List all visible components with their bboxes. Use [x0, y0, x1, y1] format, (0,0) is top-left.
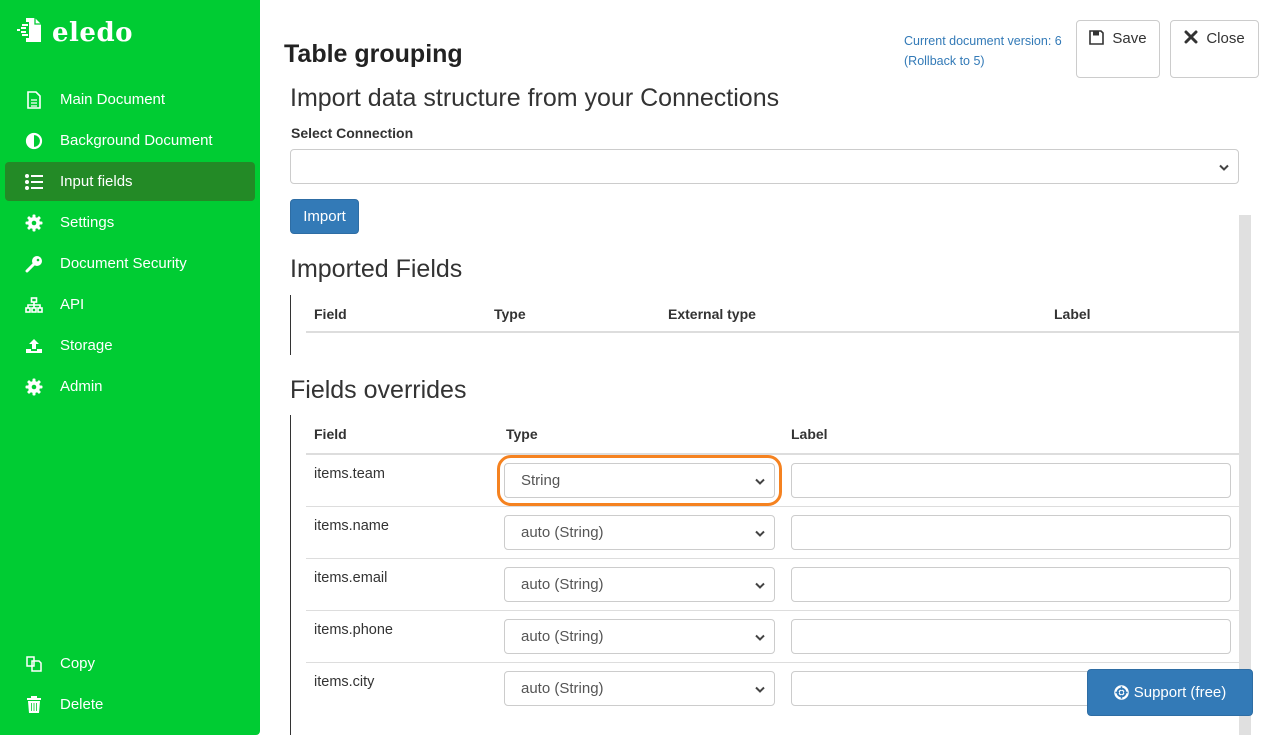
imported-fields-border [290, 295, 291, 355]
life-ring-icon [1113, 685, 1129, 700]
row-divider [306, 506, 1239, 507]
column-header-external-type: External type [668, 306, 756, 322]
column-header-field: Field [314, 306, 347, 322]
sidebar-item-label: Copy [60, 655, 96, 672]
field-name: items.team [314, 466, 385, 482]
logo-text: eledo [52, 17, 133, 48]
column-header-type: Type [494, 306, 526, 322]
type-select-value: auto (String) [521, 680, 604, 697]
chevron-down-icon [755, 680, 765, 697]
sidebar-nav: Main Document Background Document Input … [5, 80, 255, 408]
upload-icon [24, 336, 44, 356]
label-input[interactable] [791, 515, 1231, 550]
table-header-divider [306, 453, 1239, 455]
chevron-down-icon [755, 576, 765, 593]
row-divider [306, 558, 1239, 559]
sidebar-item-input-fields[interactable]: Input fields [5, 162, 255, 201]
label-input[interactable] [791, 619, 1231, 654]
sidebar-item-label: Admin [60, 378, 103, 395]
save-label: Save [1112, 30, 1147, 47]
floppy-disk-icon [1089, 30, 1105, 45]
sidebar-item-storage[interactable]: Storage [5, 326, 255, 365]
type-select[interactable]: auto (String) [504, 619, 775, 654]
sidebar-item-label: Document Security [60, 255, 187, 272]
row-divider [306, 662, 1239, 663]
field-name: items.name [314, 518, 389, 534]
eledo-logo-icon [16, 16, 44, 49]
sidebar-item-main-document[interactable]: Main Document [5, 80, 255, 119]
sidebar-item-label: Input fields [60, 173, 133, 190]
sidebar-item-document-security[interactable]: Document Security [5, 244, 255, 283]
sidebar-item-settings[interactable]: Settings [5, 203, 255, 242]
type-select[interactable]: auto (String) [504, 671, 775, 706]
save-button[interactable]: Save [1076, 20, 1160, 78]
logo[interactable]: eledo [16, 16, 133, 49]
rollback-link[interactable]: (Rollback to 5) [904, 54, 985, 68]
gear-icon [24, 213, 44, 233]
trash-icon [24, 695, 44, 715]
field-name: items.phone [314, 622, 393, 638]
sidebar-item-copy[interactable]: Copy [5, 644, 255, 683]
field-name: items.email [314, 570, 388, 586]
support-label: Support (free) [1133, 684, 1227, 701]
current-version-text: Current document version: 6 [904, 34, 1062, 48]
label-input[interactable] [791, 463, 1231, 498]
sidebar-item-label: Main Document [60, 91, 166, 108]
key-icon [24, 254, 44, 274]
close-label: Close [1206, 30, 1245, 47]
close-button[interactable]: Close [1170, 20, 1259, 78]
sidebar-item-label: Background Document [60, 132, 213, 149]
sidebar-bottom-nav: Copy Delete [5, 644, 255, 726]
sitemap-icon [24, 295, 44, 315]
import-button[interactable]: Import [290, 199, 359, 234]
imported-fields-heading: Imported Fields [290, 255, 463, 283]
type-select[interactable]: auto (String) [504, 567, 775, 602]
type-select-value: auto (String) [521, 628, 604, 645]
type-select[interactable]: auto (String) [504, 515, 775, 550]
import-heading: Import data structure from your Connecti… [290, 84, 780, 112]
row-divider [306, 610, 1239, 611]
chevron-down-icon [755, 628, 765, 645]
label-input[interactable] [791, 567, 1231, 602]
close-icon [1184, 30, 1198, 44]
chevron-down-icon [1219, 158, 1229, 175]
sidebar-item-label: Storage [60, 337, 113, 354]
select-connection-label: Select Connection [291, 125, 414, 141]
column-header-label: Label [1054, 306, 1091, 322]
fields-overrides-heading: Fields overrides [290, 376, 467, 404]
half-circle-icon [24, 131, 44, 151]
document-icon [24, 90, 44, 110]
sidebar: eledo Main Document Background Document … [0, 0, 260, 735]
connection-select[interactable] [290, 149, 1239, 184]
type-select[interactable]: String [504, 463, 775, 498]
type-select-value: auto (String) [521, 576, 604, 593]
column-header-field: Field [314, 426, 347, 442]
sidebar-item-delete[interactable]: Delete [5, 685, 255, 724]
fields-overrides-border [290, 415, 291, 735]
type-select-value: String [521, 472, 561, 489]
field-name: items.city [314, 674, 375, 690]
sidebar-item-admin[interactable]: Admin [5, 367, 255, 406]
sidebar-item-background-document[interactable]: Background Document [5, 121, 255, 160]
type-select-value: auto (String) [521, 524, 604, 541]
scrollbar[interactable] [1239, 215, 1251, 735]
sidebar-item-label: Settings [60, 214, 115, 231]
sidebar-item-api[interactable]: API [5, 285, 255, 324]
support-button[interactable]: Support (free) [1087, 669, 1253, 716]
column-header-type: Type [506, 426, 538, 442]
sidebar-item-label: API [60, 296, 85, 313]
gear-icon [24, 377, 44, 397]
list-icon [24, 172, 44, 192]
sidebar-item-label: Delete [60, 696, 104, 713]
version-info: Current document version: 6 (Rollback to… [904, 31, 1062, 71]
copy-icon [24, 654, 44, 674]
column-header-label: Label [791, 426, 828, 442]
table-header-divider [306, 331, 1239, 333]
page-title: Table grouping [284, 40, 463, 68]
chevron-down-icon [755, 472, 765, 489]
chevron-down-icon [755, 524, 765, 541]
